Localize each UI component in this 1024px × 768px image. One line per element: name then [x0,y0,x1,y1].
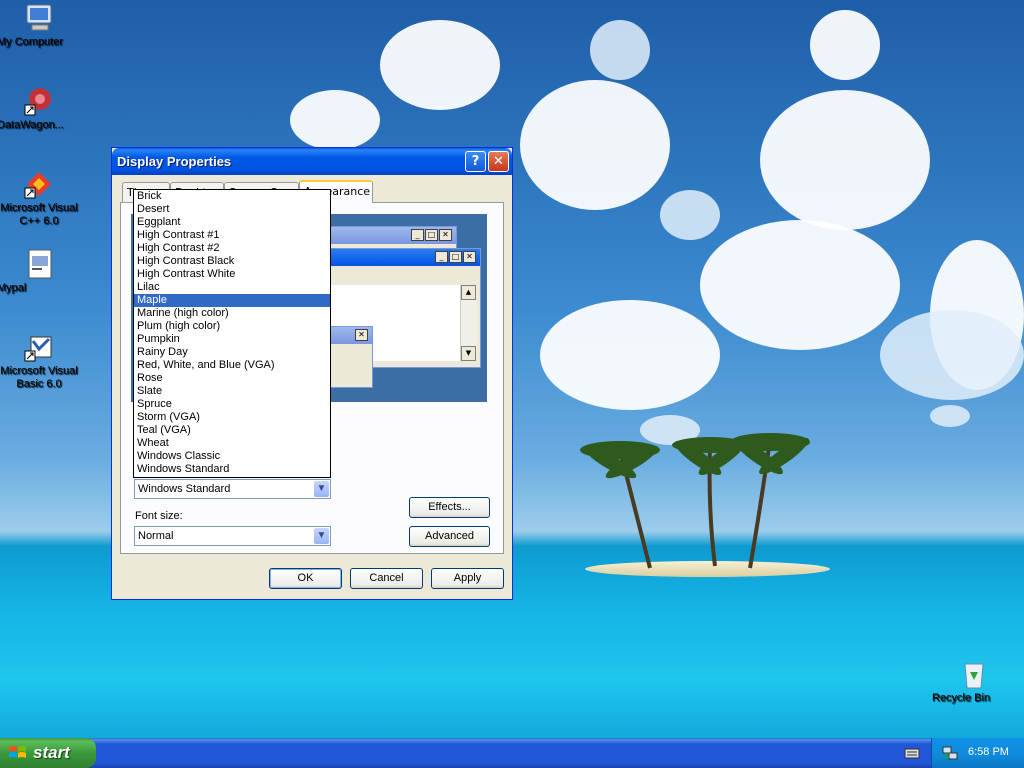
font-size-label: Font size: [135,510,183,522]
color-scheme-option[interactable]: Red, White, and Blue (VGA) [134,359,330,372]
cloud [700,220,900,350]
scroll-down-icon: ▼ [461,346,476,361]
font-size-select[interactable]: Normal ▼ [134,526,331,546]
cloud [660,190,720,240]
color-scheme-option[interactable]: Slate [134,385,330,398]
system-tray: 6:58 PM [931,738,1024,768]
color-scheme-select[interactable]: Windows Standard ▼ [134,479,331,499]
close-button[interactable]: ✕ [488,151,509,172]
maximize-icon: □ [425,229,438,241]
desktop-icon-label: My Computer [0,36,64,48]
color-scheme-option[interactable]: Wheat [134,437,330,450]
clock[interactable]: 6:58 PM [968,746,1009,758]
desktop-icon-label: Mypal [0,282,27,294]
desktop-icon-label: Microsoft Visual C++ 6.0 [0,202,78,227]
color-scheme-option[interactable]: High Contrast Black [134,255,330,268]
computer-icon [23,2,55,34]
windows-logo-icon [9,746,26,758]
help-button[interactable]: ? [465,151,486,172]
color-scheme-option[interactable]: Pumpkin [134,333,330,346]
color-scheme-option[interactable]: Brick [134,190,330,203]
maximize-icon: □ [449,251,462,263]
advanced-button[interactable]: Advanced [409,526,490,547]
network-icon[interactable] [942,745,958,761]
scroll-up-icon: ▲ [461,285,476,300]
color-scheme-option[interactable]: Lilac [134,281,330,294]
cloud [590,20,650,80]
cloud [760,90,930,230]
preview-active-title-bar: _ □ ✕ [328,249,480,266]
color-scheme-option[interactable]: Storm (VGA) [134,411,330,424]
color-scheme-option[interactable]: High Contrast White [134,268,330,281]
cloud [810,10,880,80]
color-scheme-option[interactable]: High Contrast #1 [134,229,330,242]
color-scheme-option[interactable]: Rose [134,372,330,385]
minimize-icon: _ [435,251,448,263]
start-label: start [33,743,70,762]
ok-button[interactable]: OK [269,568,342,589]
visual-basic-icon [23,331,55,363]
color-scheme-dropdown-list[interactable]: Brick Desert Eggplant High Contrast #1 High … [133,189,331,478]
datawagon-icon [23,85,55,117]
minimize-icon: _ [411,229,424,241]
preview-inactive-title-bar: _ □ ✕ [312,227,456,244]
recycle-bin-icon [958,658,990,690]
color-scheme-option[interactable]: Teal (VGA) [134,424,330,437]
color-scheme-option[interactable]: Desert [134,203,330,216]
color-scheme-option[interactable]: High Contrast #2 [134,242,330,255]
chevron-down-icon[interactable]: ▼ [314,481,329,497]
desktop-icon-datawagon[interactable]: DataWagon... [0,85,81,131]
close-icon: ✕ [355,329,368,341]
desktop-icon-label: Recycle Bin [932,692,991,704]
desktop-icon-visual-cpp[interactable]: Microsoft Visual C++ 6.0 [0,168,81,227]
taskbar: start 6:58 PM [0,738,1024,768]
color-scheme-option[interactable]: Windows Classic [134,450,330,463]
palm-trees [580,433,810,569]
cloud [540,300,720,410]
color-scheme-option[interactable]: Marine (high color) [134,307,330,320]
font-size-value: Normal [138,530,174,542]
apply-button[interactable]: Apply [431,568,504,589]
desktop-icon-label: Microsoft Visual Basic 6.0 [0,365,78,390]
cloud [290,90,380,150]
color-scheme-value: Windows Standard [138,483,231,495]
visual-cpp-icon [23,168,55,200]
title-bar[interactable]: Display Properties ? ✕ [112,148,512,175]
desktop-icon-visual-basic[interactable]: Microsoft Visual Basic 6.0 [0,331,81,390]
close-icon: ✕ [463,251,476,263]
desktop-icon-recycle-bin[interactable]: Recycle Bin [932,658,1016,704]
color-scheme-option[interactable]: Spruce [134,398,330,411]
start-button[interactable]: start [0,738,96,768]
window-title: Display Properties [117,154,232,169]
preview-scrollbar: ▲ ▼ [460,285,477,361]
cloud [930,405,970,427]
cloud [380,20,500,110]
desktop-icon-my-computer[interactable]: My Computer [0,2,81,48]
desktop-icon-mypal[interactable]: Mypal [0,248,81,294]
chevron-down-icon[interactable]: ▼ [314,528,329,544]
color-scheme-option[interactable]: Plum (high color) [134,320,330,333]
keyboard-icon[interactable] [904,746,920,760]
color-scheme-option[interactable]: Eggplant [134,216,330,229]
color-scheme-option[interactable]: Windows Standard [134,463,330,476]
cloud [880,310,1024,400]
desktop-icon-label: DataWagon... [0,119,64,131]
color-scheme-option[interactable]: Maple [134,294,330,307]
close-icon: ✕ [439,229,452,241]
color-scheme-option[interactable]: Rainy Day [134,346,330,359]
cloud [520,80,670,210]
cancel-button[interactable]: Cancel [350,568,423,589]
mypal-icon [23,248,55,280]
effects-button[interactable]: Effects... [409,497,490,518]
